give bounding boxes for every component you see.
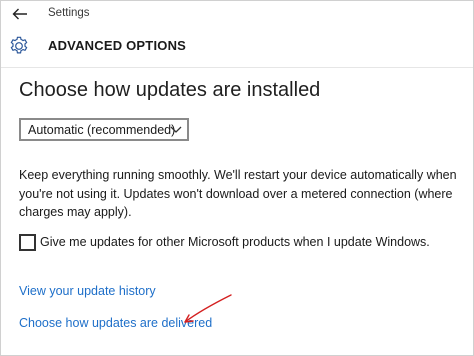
app-title: Settings <box>48 7 90 19</box>
gear-icon <box>10 36 28 54</box>
arrow-left-icon <box>12 8 27 20</box>
settings-window: Settings ADVANCED OPTIONS Choose how upd… <box>0 0 474 356</box>
install-mode-dropdown[interactable]: Automatic (recommended) <box>19 118 189 141</box>
page-header: ADVANCED OPTIONS <box>1 27 473 68</box>
back-button[interactable] <box>7 3 33 25</box>
other-products-label[interactable]: Give me updates for other Microsoft prod… <box>40 233 455 251</box>
red-arrow-annotation <box>184 294 232 323</box>
title-bar: Settings <box>1 1 473 27</box>
other-products-checkbox[interactable] <box>19 234 36 251</box>
section-title: Choose how updates are installed <box>19 79 321 101</box>
install-description: Keep everything running smoothly. We'll … <box>19 168 457 219</box>
install-mode-selected: Automatic (recommended) <box>28 123 176 137</box>
page-title: ADVANCED OPTIONS <box>48 38 187 53</box>
chevron-down-icon <box>170 126 182 133</box>
update-history-link[interactable]: View your update history <box>19 284 156 298</box>
